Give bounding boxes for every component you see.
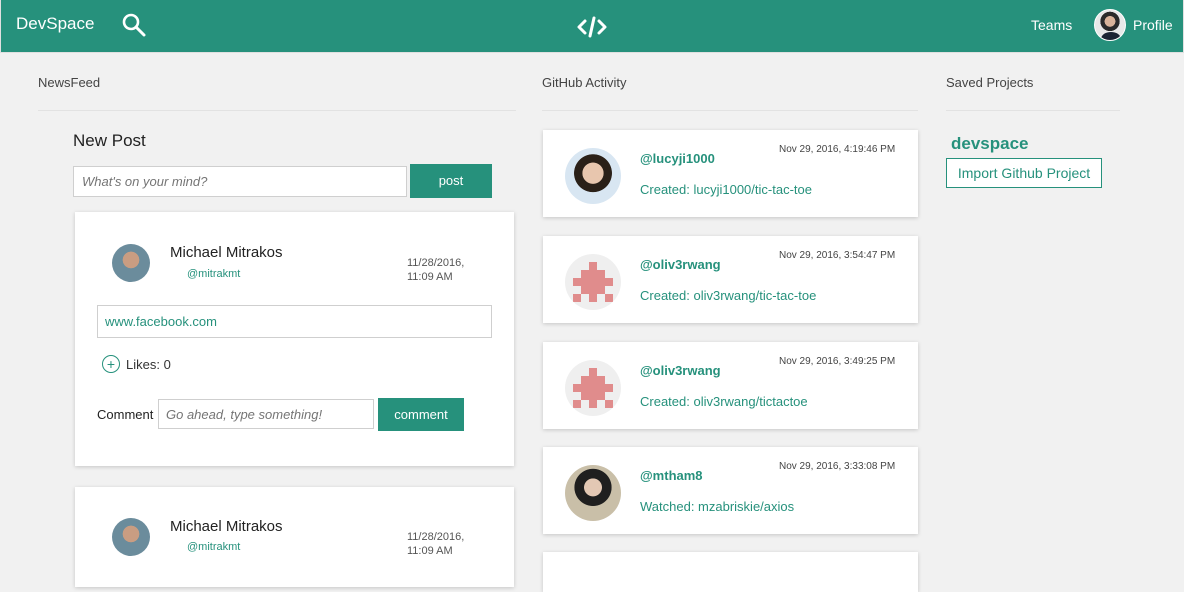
brand-logo-text[interactable]: DevSpace <box>16 14 94 34</box>
post-time: 11:09 AM <box>407 545 453 557</box>
avatar[interactable] <box>112 518 150 556</box>
nav-teams-link[interactable]: Teams <box>1031 17 1072 33</box>
avatar[interactable] <box>565 465 621 521</box>
github-activity-card: @oliv3rwang Nov 29, 2016, 3:54:47 PM Cre… <box>543 236 918 323</box>
post-handle[interactable]: @mitrakmt <box>187 268 240 280</box>
nav-profile-link[interactable]: Profile <box>1133 17 1173 33</box>
divider <box>946 110 1120 111</box>
post-card: Michael Mitrakos @mitrakmt 11/28/2016, 1… <box>75 212 514 466</box>
new-post-title: New Post <box>73 131 146 150</box>
saved-projects-heading: Saved Projects <box>946 75 1034 90</box>
post-time: 11:09 AM <box>407 271 453 283</box>
top-navbar: DevSpace Teams Profile <box>0 0 1184 53</box>
post-author[interactable]: Michael Mitrakos <box>170 518 283 535</box>
post-input[interactable] <box>73 166 407 197</box>
activity-timestamp: Nov 29, 2016, 3:54:47 PM <box>779 250 896 261</box>
activity-description[interactable]: Created: lucyji1000/tic-tac-toe <box>640 182 812 197</box>
identicon-avatar[interactable] <box>565 360 621 416</box>
likes-count: Likes: 0 <box>126 357 171 372</box>
post-card: Michael Mitrakos @mitrakmt 11/28/2016, 1… <box>75 487 514 587</box>
github-activity-card: @mtham8 Nov 29, 2016, 3:33:08 PM Watched… <box>543 447 918 534</box>
activity-description[interactable]: Created: oliv3rwang/tictactoe <box>640 394 808 409</box>
activity-timestamp: Nov 29, 2016, 4:19:46 PM <box>779 144 896 155</box>
post-author[interactable]: Michael Mitrakos <box>170 244 283 261</box>
avatar[interactable] <box>112 244 150 282</box>
post-date: 11/28/2016, <box>407 531 465 543</box>
like-plus-icon[interactable]: + <box>102 355 120 373</box>
avatar[interactable] <box>1094 9 1126 41</box>
github-activity-heading: GitHub Activity <box>542 75 627 90</box>
post-link[interactable]: www.facebook.com <box>97 305 492 338</box>
activity-timestamp: Nov 29, 2016, 3:33:08 PM <box>779 461 896 472</box>
post-timestamp: 11/28/2016, 11:09 AM <box>407 256 477 284</box>
import-github-project-button[interactable]: Import Github Project <box>946 158 1102 188</box>
post-timestamp: 11/28/2016, 11:09 AM <box>407 530 477 558</box>
activity-timestamp: Nov 29, 2016, 3:49:25 PM <box>779 356 896 367</box>
github-handle[interactable]: @lucyji1000 <box>640 151 715 166</box>
post-button[interactable]: post <box>410 164 492 198</box>
comment-label: Comment <box>97 407 154 422</box>
comment-button[interactable]: comment <box>378 398 464 431</box>
github-activity-card: @lucyji1000 Nov 29, 2016, 4:19:46 PM Cre… <box>543 130 918 217</box>
identicon-avatar[interactable] <box>565 254 621 310</box>
post-handle[interactable]: @mitrakmt <box>187 541 240 553</box>
comment-input[interactable] <box>158 399 374 429</box>
post-date: 11/28/2016, <box>407 257 465 269</box>
code-logo-icon[interactable] <box>576 14 608 40</box>
divider <box>38 110 516 111</box>
activity-description[interactable]: Created: oliv3rwang/tic-tac-toe <box>640 288 816 303</box>
github-handle[interactable]: @oliv3rwang <box>640 363 721 378</box>
newsfeed-heading: NewsFeed <box>38 75 101 90</box>
github-activity-card <box>543 552 918 592</box>
search-icon[interactable] <box>121 12 147 38</box>
github-activity-card: @oliv3rwang Nov 29, 2016, 3:49:25 PM Cre… <box>543 342 918 429</box>
github-handle[interactable]: @mtham8 <box>640 468 703 483</box>
saved-project-link[interactable]: devspace <box>951 134 1029 154</box>
github-handle[interactable]: @oliv3rwang <box>640 257 721 272</box>
divider <box>542 110 918 111</box>
avatar[interactable] <box>565 148 621 204</box>
activity-description[interactable]: Watched: mzabriskie/axios <box>640 499 794 514</box>
